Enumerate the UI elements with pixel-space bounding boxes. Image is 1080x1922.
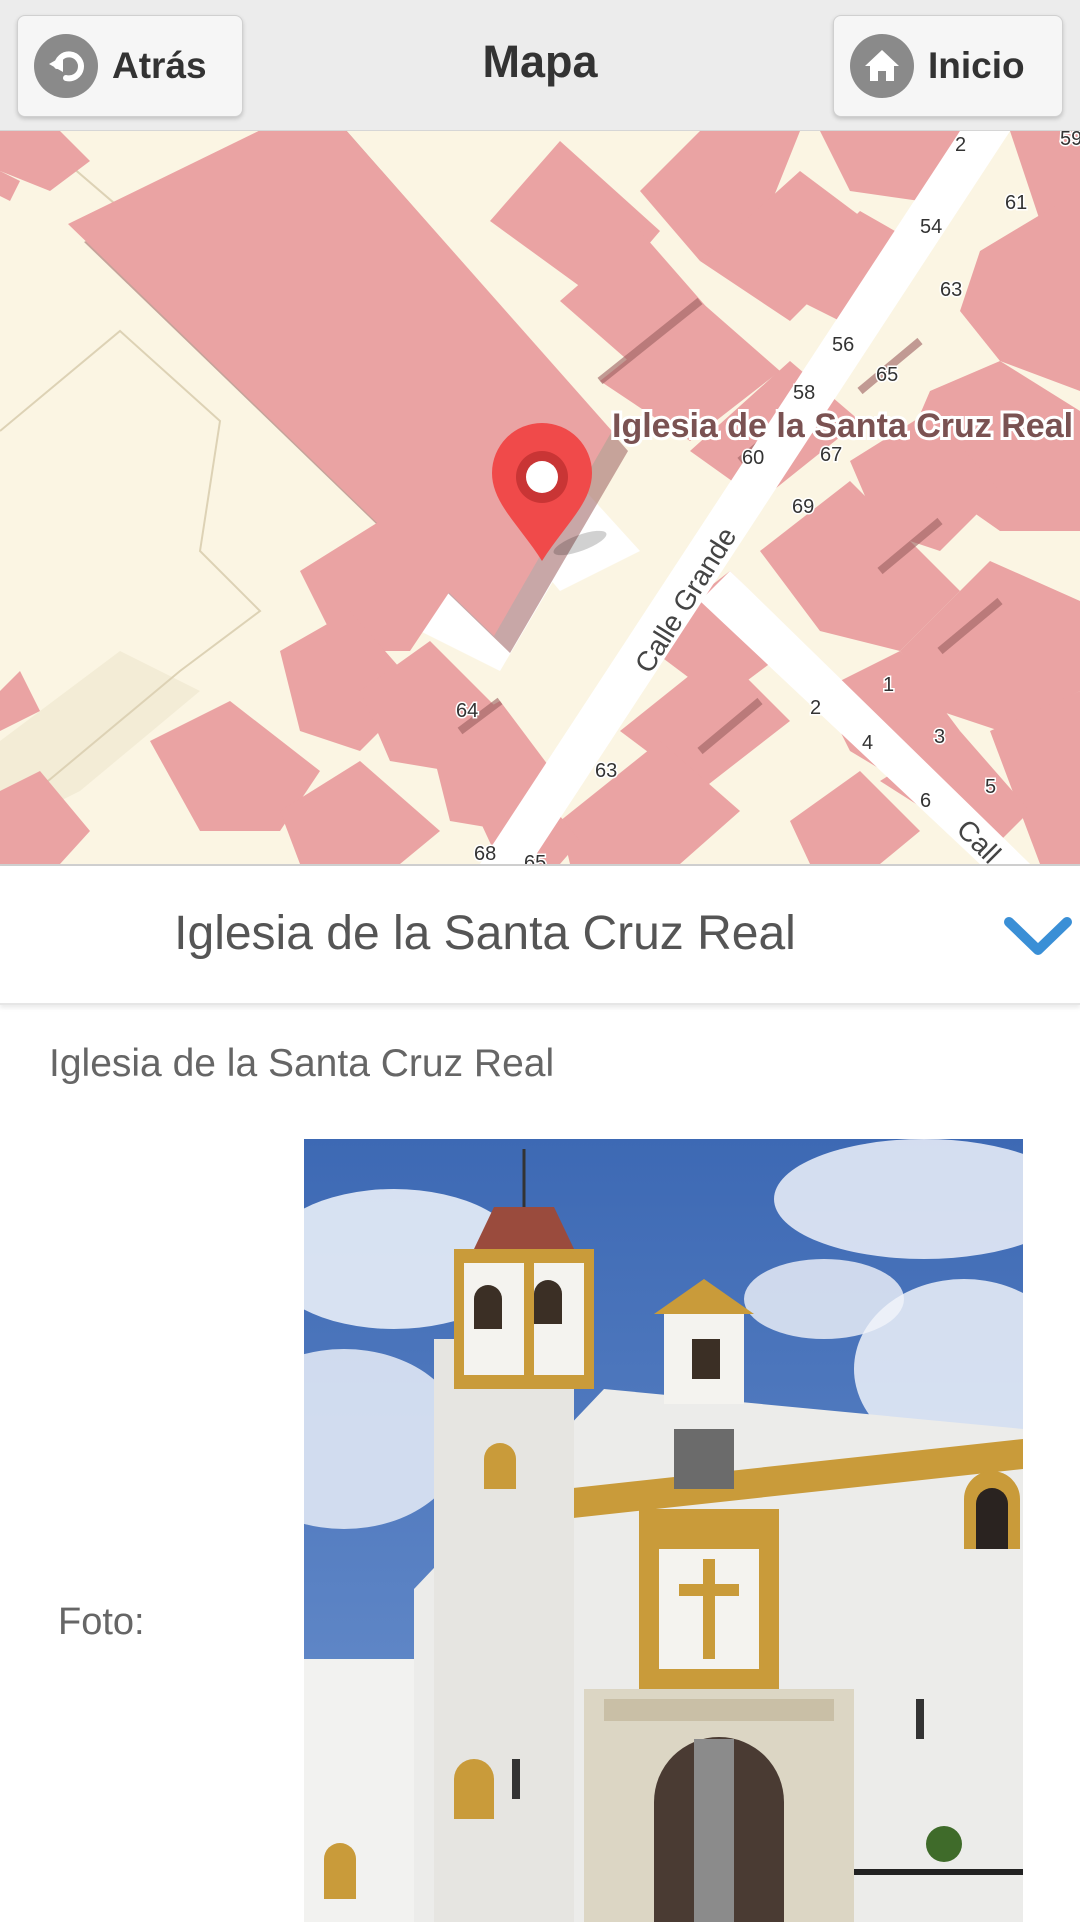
house-number: 6 xyxy=(920,790,931,812)
house-number: 63 xyxy=(595,760,617,782)
house-number: 4 xyxy=(862,732,873,754)
house-number: 68 xyxy=(474,843,496,864)
house-number: 2 xyxy=(955,134,966,156)
app-header: Atrás Mapa Inicio xyxy=(0,0,1080,132)
house-number: 65 xyxy=(524,852,546,864)
house-number: 60 xyxy=(742,447,764,469)
house-number: 63 xyxy=(940,279,962,301)
house-number: 67 xyxy=(820,444,842,466)
photo-label: Foto: xyxy=(58,1601,145,1643)
info-panel: Iglesia de la Santa Cruz Real Iglesia de… xyxy=(0,864,1080,1922)
house-number: 59 xyxy=(1060,131,1080,150)
home-icon xyxy=(850,34,914,98)
house-number: 5 xyxy=(985,776,996,798)
panel-title: Iglesia de la Santa Cruz Real xyxy=(174,907,796,960)
map-canvas: Iglesia de la Santa Cruz Real Calle Gran… xyxy=(0,131,1080,864)
house-number: 65 xyxy=(876,364,898,386)
house-number: 56 xyxy=(832,334,854,356)
church-photo xyxy=(304,1139,1023,1922)
home-label: Inicio xyxy=(928,45,1025,86)
house-number: 69 xyxy=(792,496,814,518)
house-number: 61 xyxy=(1005,192,1027,214)
map-view[interactable]: Iglesia de la Santa Cruz Real Calle Gran… xyxy=(0,131,1080,864)
house-number: 54 xyxy=(920,216,942,238)
house-number: 1 xyxy=(883,674,894,696)
house-number: 2 xyxy=(810,697,821,719)
place-name: Iglesia de la Santa Cruz Real xyxy=(49,1042,555,1085)
house-number: 3 xyxy=(934,726,945,748)
house-number: 58 xyxy=(793,382,815,404)
house-number: 64 xyxy=(456,700,478,722)
home-button[interactable]: Inicio xyxy=(833,15,1063,117)
panel-header[interactable]: Iglesia de la Santa Cruz Real xyxy=(0,866,1080,1005)
chevron-down-icon[interactable] xyxy=(1003,910,1073,960)
map-place-label: Iglesia de la Santa Cruz Real xyxy=(612,407,1073,445)
